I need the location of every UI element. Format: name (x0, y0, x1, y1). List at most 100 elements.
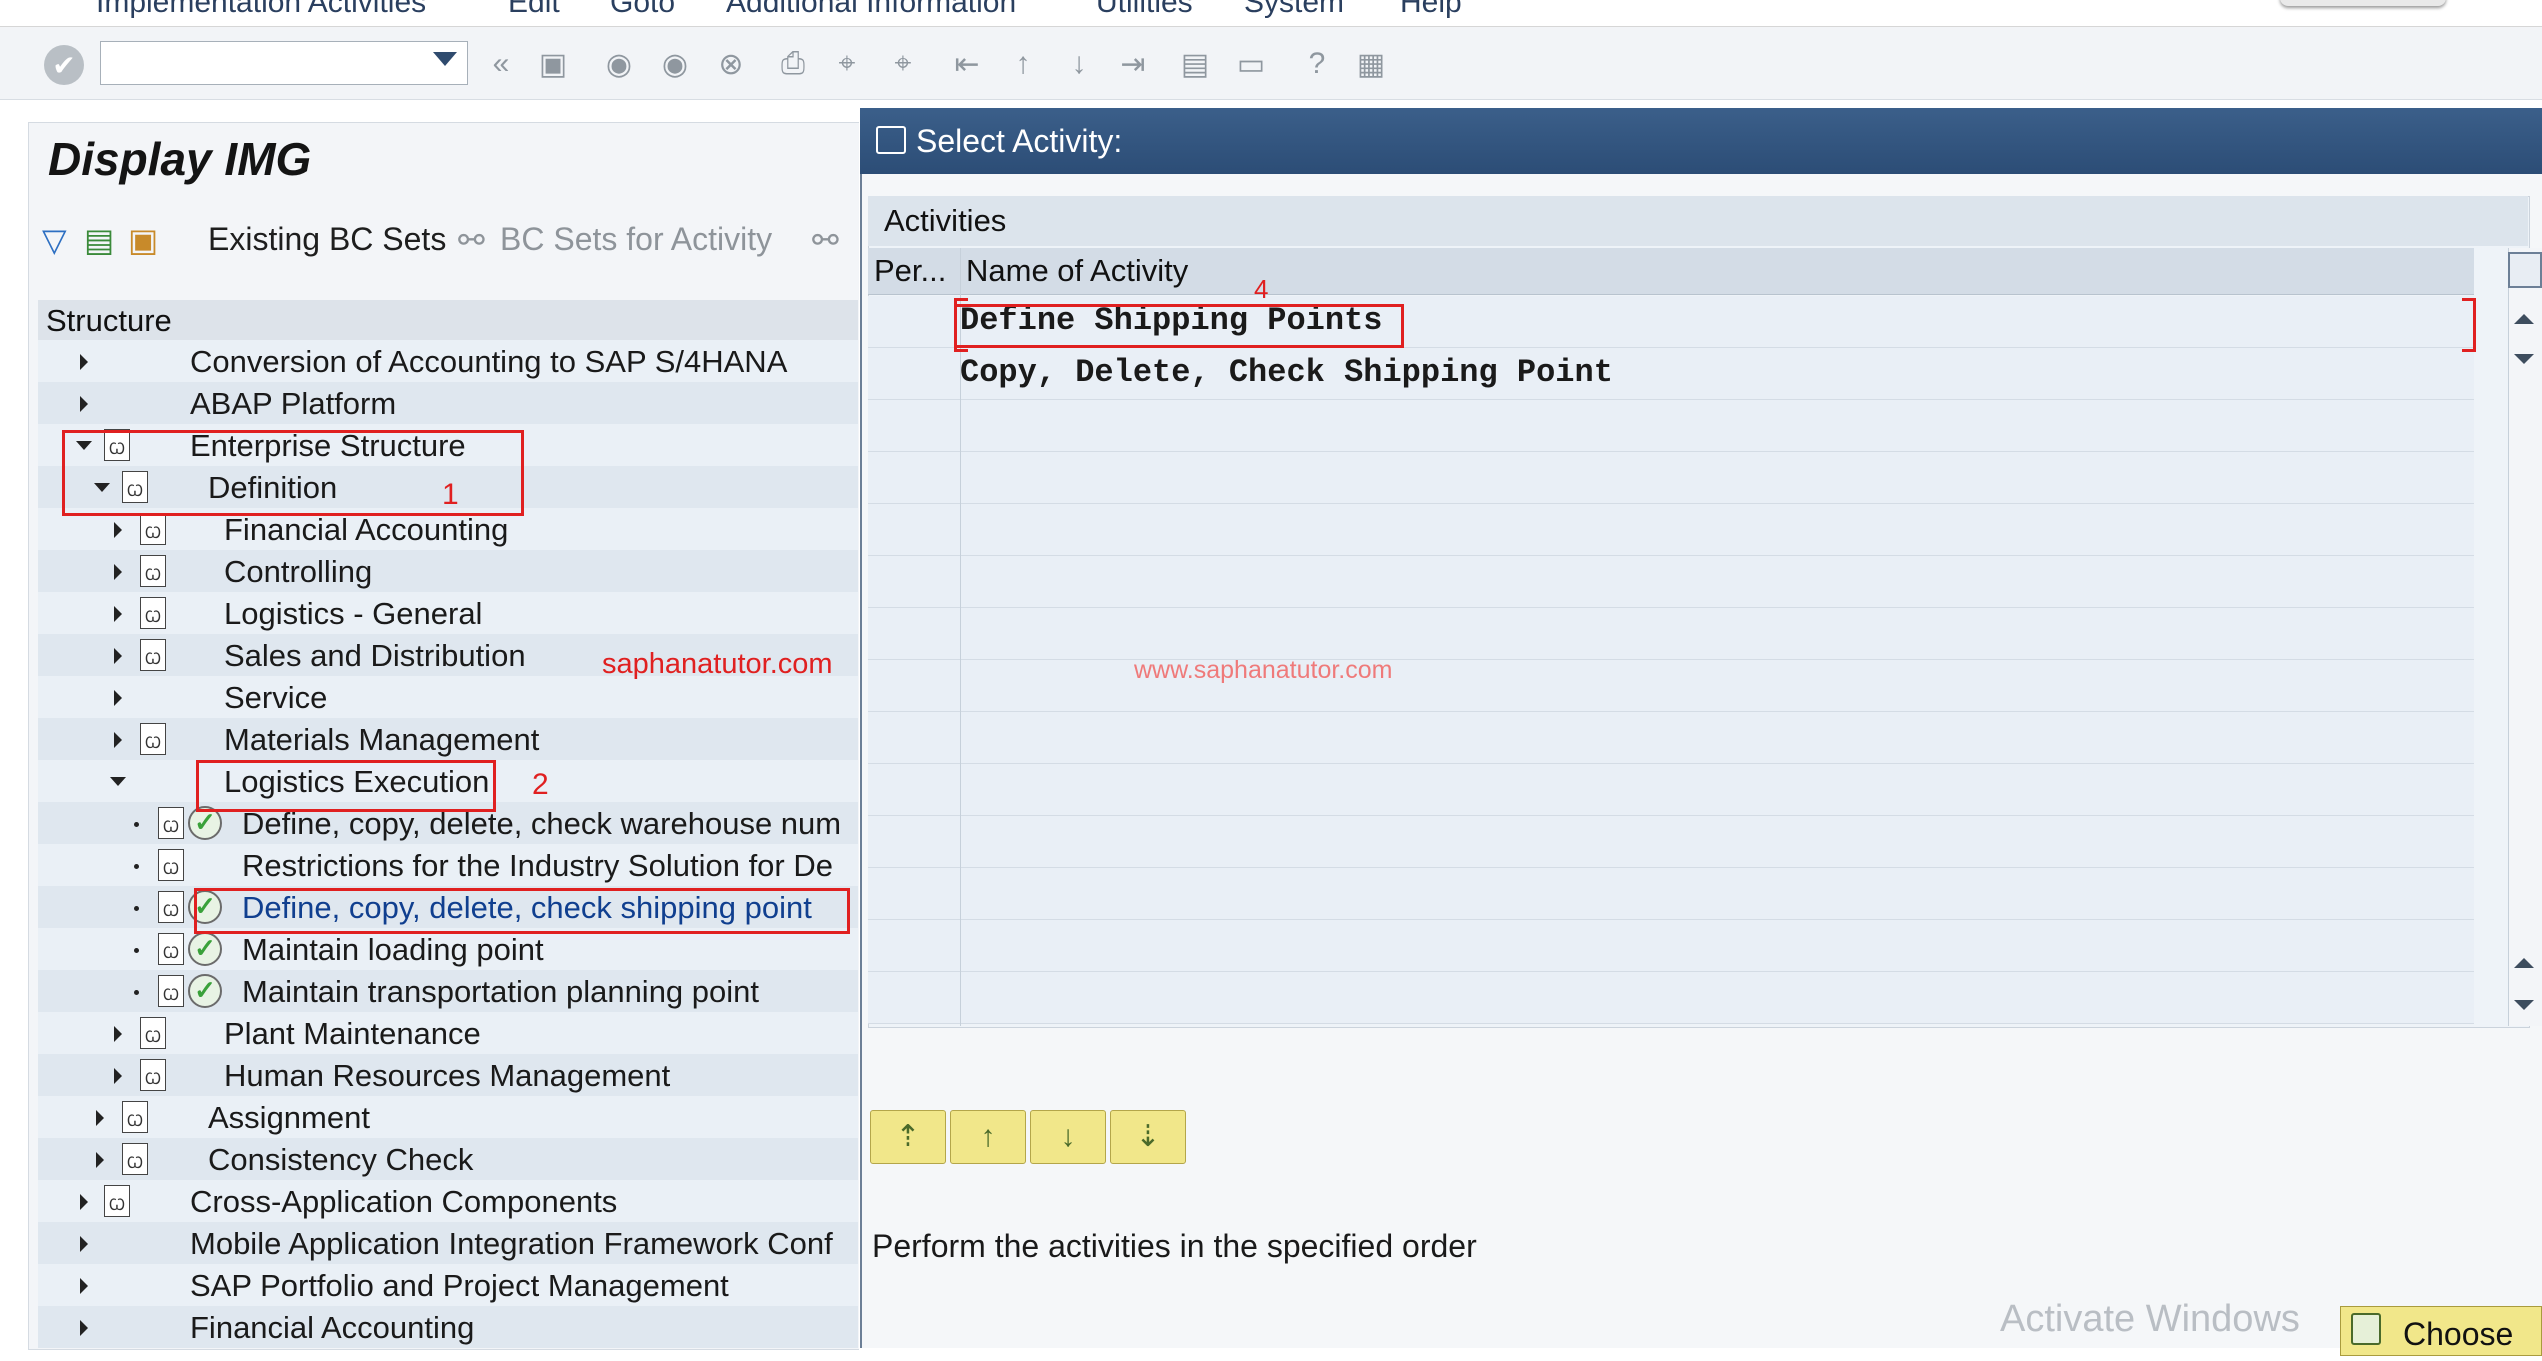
table-row-empty[interactable] (868, 764, 2474, 816)
menu-implementation-activities[interactable]: Implementation Activities (96, 0, 426, 20)
scroll-up-icon[interactable] (2514, 314, 2534, 324)
tree-node[interactable]: Financial Accounting (38, 1306, 858, 1348)
documentation-icon[interactable] (140, 597, 166, 629)
new-session-icon[interactable]: ▤ (1176, 45, 1214, 83)
documentation-icon[interactable] (140, 1017, 166, 1049)
activity-icon[interactable]: ▤ (84, 221, 114, 259)
expand-arrow-icon[interactable] (114, 1068, 122, 1084)
expand-arrow-icon[interactable] (80, 354, 88, 370)
tree-node[interactable]: Materials Management (38, 718, 858, 760)
menu-additional-information[interactable]: Additional Information (726, 0, 1016, 20)
tree-node[interactable]: ✓ Maintain transportation planning point (38, 970, 858, 1012)
documentation-icon[interactable] (140, 555, 166, 587)
documentation-icon[interactable] (158, 975, 184, 1007)
execute-activity-icon[interactable]: ✓ (188, 932, 222, 966)
bc-sets-for-activity-button[interactable]: BC Sets for Activity (500, 221, 772, 258)
expand-arrow-icon[interactable] (96, 1110, 104, 1126)
tree-node[interactable]: Logistics - General (38, 592, 858, 634)
tree-node[interactable]: Controlling (38, 550, 858, 592)
expand-arrow-icon[interactable] (114, 564, 122, 580)
table-row-empty[interactable] (868, 608, 2474, 660)
menu-utilities[interactable]: Utilities (1096, 0, 1193, 20)
prev-activity-button[interactable]: ↑ (950, 1110, 1026, 1164)
menu-goto[interactable]: Goto (610, 0, 675, 20)
expand-arrow-icon[interactable] (80, 1236, 88, 1252)
tree-node[interactable]: ✓ Maintain loading point (38, 928, 858, 970)
back-icon[interactable]: « (482, 45, 520, 83)
tree-node[interactable]: Mobile Application Integration Framework… (38, 1222, 858, 1264)
shortcut-icon[interactable]: ▭ (1232, 45, 1270, 83)
last-page-icon[interactable]: ⇥ (1114, 45, 1152, 83)
next-activity-button[interactable]: ↓ (1030, 1110, 1106, 1164)
expand-arrow-icon[interactable] (114, 1026, 122, 1042)
documentation-icon[interactable] (122, 1101, 148, 1133)
collapse-arrow-icon[interactable] (110, 777, 126, 786)
documentation-icon[interactable] (140, 513, 166, 545)
table-row-empty[interactable] (868, 816, 2474, 868)
notes-icon[interactable]: ▣ (128, 221, 158, 259)
find-icon[interactable]: ⌖ (828, 45, 866, 83)
expand-arrow-icon[interactable] (80, 1194, 88, 1210)
documentation-icon[interactable] (158, 849, 184, 881)
next-page-icon[interactable]: ↓ (1060, 45, 1098, 83)
documentation-icon[interactable] (140, 639, 166, 671)
tree-node[interactable]: Restrictions for the Industry Solution f… (38, 844, 858, 886)
table-row-empty[interactable] (868, 556, 2474, 608)
table-settings-icon[interactable] (2508, 252, 2542, 288)
expand-arrow-icon[interactable] (80, 1278, 88, 1294)
save-icon[interactable]: ▣ (534, 45, 572, 83)
help-icon[interactable]: ? (1298, 45, 1336, 83)
last-activity-button[interactable]: ⇣ (1110, 1110, 1186, 1164)
tree-node[interactable]: Conversion of Accounting to SAP S/4HANA (38, 340, 858, 382)
table-row-empty[interactable] (868, 452, 2474, 504)
existing-bc-sets-button[interactable]: Existing BC Sets (208, 221, 446, 258)
expand-all-icon[interactable]: ▽ (42, 221, 67, 259)
tree-node[interactable]: Assignment (38, 1096, 858, 1138)
scroll-page-down-icon[interactable] (2514, 354, 2534, 364)
find-next-icon[interactable]: ⌖ (884, 45, 922, 83)
table-row-empty[interactable] (868, 972, 2474, 1024)
window-control-button[interactable] (2280, 0, 2446, 6)
table-row-empty[interactable] (868, 868, 2474, 920)
table-row-empty[interactable] (868, 660, 2474, 712)
command-field[interactable] (100, 41, 468, 85)
back-nav-icon[interactable]: ◉ (600, 45, 638, 83)
tree-node[interactable]: Consistency Check (38, 1138, 858, 1180)
first-page-icon[interactable]: ⇤ (948, 45, 986, 83)
documentation-icon[interactable] (158, 933, 184, 965)
tree-node[interactable]: SAP Portfolio and Project Management (38, 1264, 858, 1306)
exit-icon[interactable]: ◉ (656, 45, 694, 83)
menu-edit[interactable]: Edit (508, 0, 560, 20)
tree-node[interactable]: Cross-Application Components (38, 1180, 858, 1222)
tree-node[interactable]: Plant Maintenance (38, 1012, 858, 1054)
expand-arrow-icon[interactable] (80, 1320, 88, 1336)
choose-button[interactable]: Choose (2340, 1306, 2542, 1356)
expand-arrow-icon[interactable] (114, 732, 122, 748)
documentation-icon[interactable] (140, 723, 166, 755)
layout-icon[interactable]: ▦ (1352, 45, 1390, 83)
column-header-per[interactable]: Per... (874, 248, 946, 294)
print-icon[interactable]: ⎙ (774, 45, 812, 83)
table-row-empty[interactable] (868, 504, 2474, 556)
tree-node[interactable]: Human Resources Management (38, 1054, 858, 1096)
table-row-empty[interactable] (868, 920, 2474, 972)
vertical-scrollbar[interactable] (2508, 248, 2542, 1026)
expand-arrow-icon[interactable] (114, 690, 122, 706)
tree-node[interactable]: ABAP Platform (38, 382, 858, 424)
expand-arrow-icon[interactable] (96, 1152, 104, 1168)
documentation-icon[interactable] (158, 807, 184, 839)
column-header-name[interactable]: Name of Activity (966, 248, 1188, 294)
expand-arrow-icon[interactable] (80, 396, 88, 412)
activity-name-cell[interactable]: Copy, Delete, Check Shipping Point (960, 354, 1613, 391)
first-activity-button[interactable]: ⇡ (870, 1110, 946, 1164)
expand-arrow-icon[interactable] (114, 522, 122, 538)
table-row[interactable]: Copy, Delete, Check Shipping Point (868, 348, 2474, 400)
expand-arrow-icon[interactable] (114, 606, 122, 622)
cancel-icon[interactable]: ⊗ (712, 45, 750, 83)
menu-system[interactable]: System (1244, 0, 1344, 20)
prev-page-icon[interactable]: ↑ (1004, 45, 1042, 83)
enter-icon[interactable]: ✔ (44, 45, 84, 85)
table-row-empty[interactable] (868, 400, 2474, 452)
expand-arrow-icon[interactable] (114, 648, 122, 664)
chevron-down-icon[interactable] (433, 52, 457, 66)
